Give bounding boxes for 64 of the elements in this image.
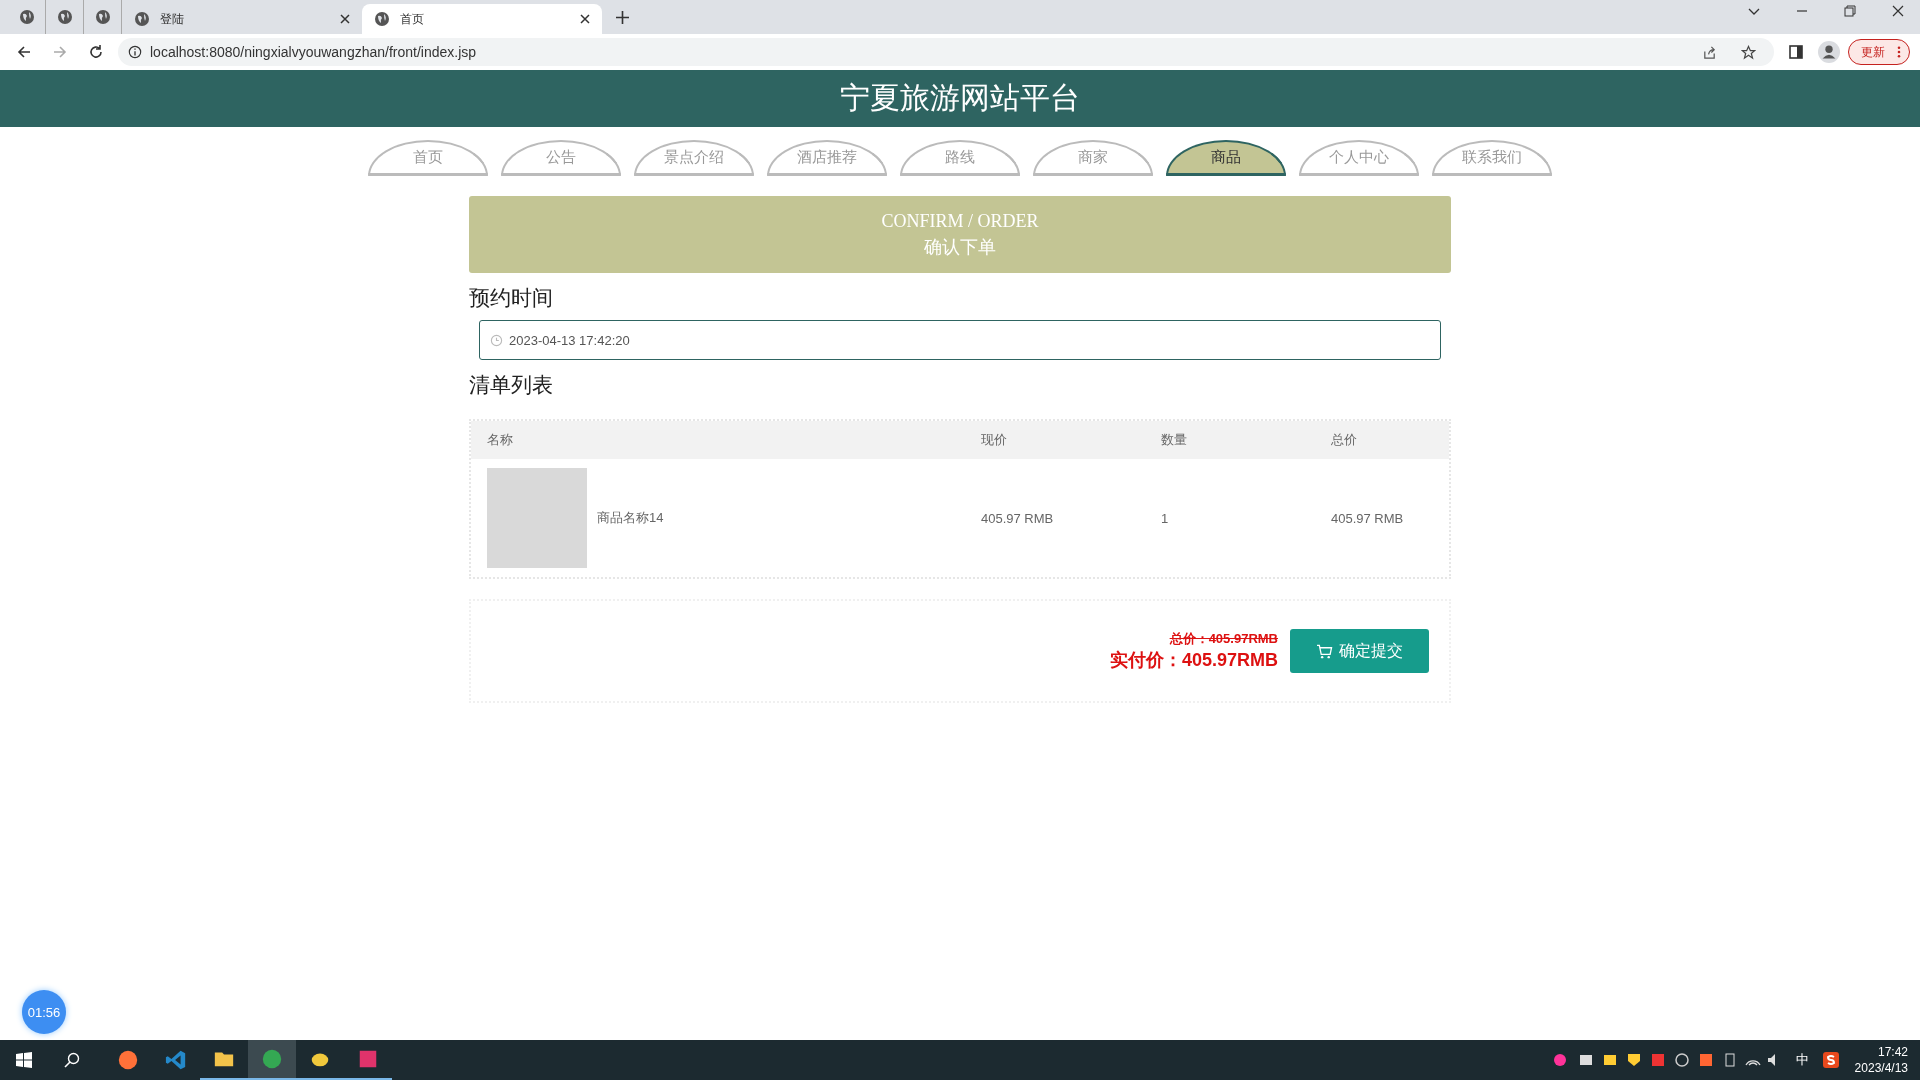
- nav-tab[interactable]: 商家: [1033, 140, 1153, 176]
- globe-icon: [18, 9, 35, 25]
- nav-tab[interactable]: 首页: [368, 140, 488, 176]
- submit-button[interactable]: 确定提交: [1290, 629, 1429, 673]
- star-icon[interactable]: [1741, 44, 1756, 60]
- s-logo-icon[interactable]: [1822, 1052, 1839, 1068]
- info-icon: [128, 45, 142, 59]
- address-field[interactable]: localhost:8080/ningxialvyouwangzhan/front/index.jsp: [118, 38, 1774, 66]
- table-cell-text: 405.97 RMB: [1331, 510, 1405, 526]
- nav-tab[interactable]: 路线: [900, 140, 1020, 176]
- reload-icon[interactable]: [88, 44, 104, 60]
- original-total: 总价：405.97RMB: [1169, 630, 1278, 648]
- nav-tab[interactable]: 商品: [1166, 140, 1286, 176]
- paid-total: 实付价：405.97RMB: [1109, 649, 1278, 672]
- back-icon[interactable]: [16, 44, 32, 60]
- close-icon[interactable]: [580, 14, 590, 24]
- globe-icon: [94, 9, 111, 25]
- taskbar-app[interactable]: [248, 1040, 296, 1080]
- table-cell-text: 405.97 RMB: [981, 510, 1055, 526]
- column-header: 名称: [487, 431, 514, 449]
- restore-icon[interactable]: [1844, 5, 1856, 17]
- close-icon[interactable]: [340, 14, 350, 24]
- tab-title: 首页: [400, 10, 425, 28]
- timer-badge[interactable]: 01:56: [22, 990, 66, 1034]
- nav-tab[interactable]: 联系我们: [1432, 140, 1552, 176]
- nav-tab[interactable]: 酒店推荐: [767, 140, 887, 176]
- input-method-indicator[interactable]: 中: [1795, 1051, 1809, 1069]
- banner-title: CONFIRM / ORDER: [881, 210, 1039, 232]
- section-title: 预约时间: [469, 285, 554, 311]
- column-header: 数量: [1161, 431, 1188, 449]
- table-cell-text: 1: [1161, 510, 1170, 526]
- update-button[interactable]: 更新: [1848, 39, 1910, 65]
- clock-time: 17:42: [1877, 1044, 1908, 1060]
- banner-subtitle: 确认下单: [924, 235, 996, 259]
- product-name: 商品名称14: [597, 509, 664, 527]
- side-panel-icon[interactable]: [1788, 44, 1804, 60]
- site-title: 宁夏旅游网站平台: [840, 80, 1080, 116]
- nav-tab[interactable]: 景点介绍: [634, 140, 754, 176]
- nav-tab[interactable]: 公告: [501, 140, 621, 176]
- app-icon: [261, 1048, 283, 1070]
- windows-start-icon[interactable]: [16, 1052, 32, 1068]
- profile-icon[interactable]: [1818, 41, 1840, 63]
- app-icon: [117, 1049, 139, 1071]
- section-title: 清单列表: [469, 372, 554, 398]
- browser-tab[interactable]: 登陆: [122, 4, 362, 34]
- app-icon: [165, 1049, 187, 1071]
- new-tab-icon[interactable]: [616, 11, 629, 24]
- globe-icon: [134, 11, 150, 27]
- date-field[interactable]: 2023-04-13 17:42:20: [479, 320, 1441, 360]
- clock-date: 2023/4/13: [1854, 1060, 1908, 1076]
- more-icon: [1897, 46, 1901, 58]
- app-icon: [357, 1048, 379, 1070]
- nav-tab[interactable]: 个人中心: [1299, 140, 1419, 176]
- tab-title: 登陆: [160, 10, 185, 28]
- column-header: 总价: [1331, 431, 1358, 449]
- search-icon[interactable]: [64, 1052, 80, 1068]
- column-header: 现价: [981, 431, 1008, 449]
- globe-icon: [56, 9, 73, 25]
- share-icon[interactable]: [1702, 44, 1717, 60]
- globe-icon: [374, 11, 390, 27]
- close-icon[interactable]: [1892, 5, 1904, 17]
- clock-icon: [490, 333, 503, 347]
- cart-icon: [1316, 643, 1333, 659]
- browser-tab[interactable]: 首页: [362, 4, 602, 34]
